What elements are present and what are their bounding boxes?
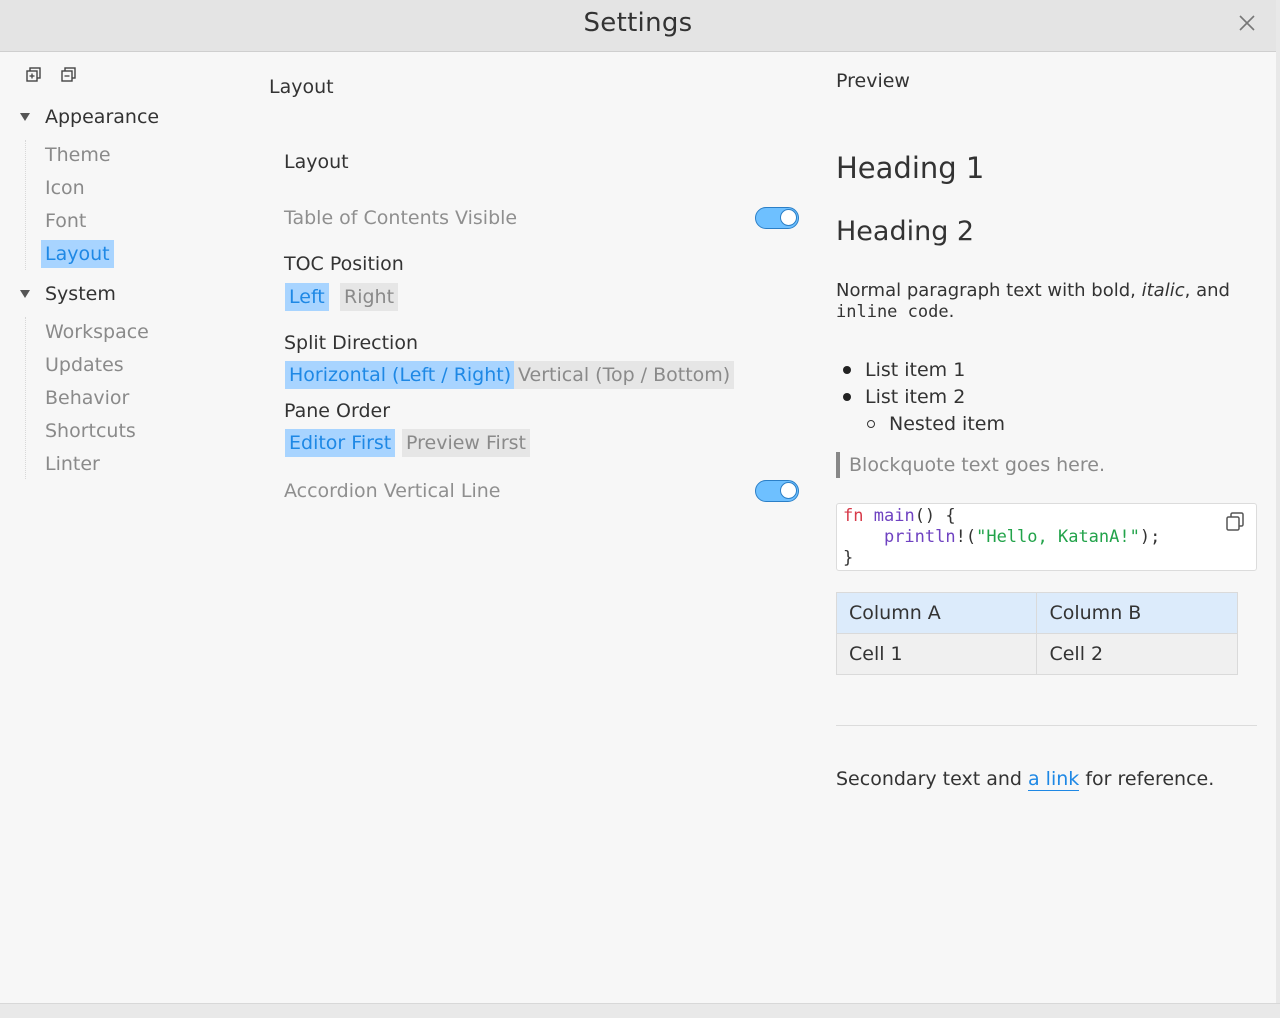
- triangle-down-icon: [20, 290, 30, 298]
- toc-position-right[interactable]: Right: [340, 283, 399, 311]
- secondary-text: for reference.: [1079, 768, 1215, 790]
- bullet-icon: [843, 366, 851, 374]
- preview-paragraph: Normal paragraph text with bold, italic,…: [836, 280, 1256, 323]
- list-item-text: List item 2: [865, 386, 966, 408]
- table-header-row: Column A Column B: [835, 592, 1238, 634]
- triangle-down-icon: [20, 113, 30, 121]
- window-bottom-edge: [0, 1003, 1280, 1018]
- preview-table: Column A Column B Cell 1 Cell 2: [835, 592, 1238, 675]
- sidebar-item-font[interactable]: Font: [41, 207, 90, 235]
- circle-bullet-icon: [867, 420, 875, 428]
- window-title: Settings: [583, 8, 693, 38]
- list-item-text: List item 1: [865, 359, 966, 381]
- sidebar-item-shortcuts[interactable]: Shortcuts: [41, 417, 140, 445]
- list-item: List item 1: [843, 359, 965, 381]
- code-text: () {: [914, 506, 956, 526]
- code-keyword: fn: [843, 506, 864, 526]
- table-cell: Cell 1: [835, 633, 1038, 675]
- collapse-all-icon[interactable]: [60, 66, 78, 84]
- table-header-cell: Column A: [835, 592, 1038, 634]
- paragraph-italic: italic: [1141, 280, 1185, 301]
- code-text: );: [1139, 527, 1161, 547]
- table-header-cell: Column B: [1036, 592, 1238, 634]
- panel-title: Layout: [269, 76, 334, 98]
- nested-list-item: Nested item: [867, 413, 1005, 435]
- sidebar-item-icon[interactable]: Icon: [41, 174, 89, 202]
- pane-preview-first-option[interactable]: Preview First: [402, 429, 530, 457]
- sidebar-item-theme[interactable]: Theme: [41, 141, 115, 169]
- toggle-knob: [780, 482, 797, 499]
- sidebar-group-appearance[interactable]: Appearance: [19, 106, 159, 128]
- list-item-text: Nested item: [889, 413, 1005, 435]
- split-direction-label: Split Direction: [284, 332, 419, 354]
- accordion-line-label: Accordion Vertical Line: [284, 480, 501, 502]
- toc-visible-label: Table of Contents Visible: [284, 207, 518, 229]
- code-string: "Hello, KatanA!": [976, 527, 1140, 547]
- paragraph-text: , and: [1184, 280, 1230, 301]
- copy-icon[interactable]: [1224, 510, 1246, 532]
- expand-all-icon[interactable]: [25, 66, 43, 84]
- toggle-knob: [780, 209, 797, 226]
- paragraph-inline-code: inline code: [836, 302, 949, 322]
- sidebar-group-label: Appearance: [45, 106, 160, 128]
- preview-title: Preview: [836, 70, 910, 92]
- pane-editor-first-option[interactable]: Editor First: [285, 429, 396, 457]
- bullet-icon: [843, 393, 851, 401]
- split-horizontal-option[interactable]: Horizontal (Left / Right): [285, 361, 516, 389]
- paragraph-text: Normal paragraph text with bold,: [836, 280, 1142, 301]
- settings-content: Appearance Theme Icon Font Layout System…: [7, 60, 1269, 1003]
- code-text: !(: [955, 527, 977, 547]
- horizontal-rule: [836, 725, 1257, 726]
- sidebar-group-system[interactable]: System: [19, 283, 116, 305]
- sidebar-item-behavior[interactable]: Behavior: [41, 384, 133, 412]
- code-function: main: [873, 506, 915, 526]
- preview-heading-1: Heading 1: [836, 151, 985, 185]
- list-item: List item 2: [843, 386, 965, 408]
- toc-position-label: TOC Position: [284, 253, 404, 275]
- preview-code-block: fn main() { println!("Hello, KatanA!"); …: [836, 503, 1257, 571]
- sidebar-item-updates[interactable]: Updates: [41, 351, 128, 379]
- sidebar-item-workspace[interactable]: Workspace: [41, 318, 153, 346]
- preview-blockquote: Blockquote text goes here.: [836, 452, 1105, 478]
- table-row: Cell 1 Cell 2: [835, 633, 1238, 675]
- pane-order-label: Pane Order: [284, 400, 391, 422]
- secondary-text: Secondary text and: [836, 768, 1028, 790]
- sidebar-group-label: System: [45, 283, 116, 305]
- paragraph-text: .: [948, 301, 955, 322]
- sidebar-item-linter[interactable]: Linter: [41, 450, 104, 478]
- code-function: println: [883, 527, 956, 547]
- section-title: Layout: [284, 151, 349, 173]
- tree-guide-line: [25, 140, 26, 270]
- sidebar-item-layout[interactable]: Layout: [41, 240, 114, 268]
- preview-secondary-text: Secondary text and a link for reference.: [836, 768, 1215, 791]
- table-cell: Cell 2: [1036, 633, 1238, 675]
- title-bar: Settings: [0, 0, 1276, 52]
- preview-heading-2: Heading 2: [836, 216, 975, 247]
- code-text: }: [843, 548, 854, 568]
- accordion-line-toggle[interactable]: [755, 480, 799, 502]
- preview-link[interactable]: a link: [1028, 768, 1080, 791]
- toc-position-left[interactable]: Left: [285, 283, 329, 311]
- tree-guide-line: [25, 317, 26, 479]
- window-edge: [1276, 0, 1280, 1017]
- split-vertical-option[interactable]: Vertical (Top / Bottom): [514, 361, 735, 389]
- toc-visible-toggle[interactable]: [755, 207, 799, 229]
- close-icon[interactable]: [1236, 12, 1258, 34]
